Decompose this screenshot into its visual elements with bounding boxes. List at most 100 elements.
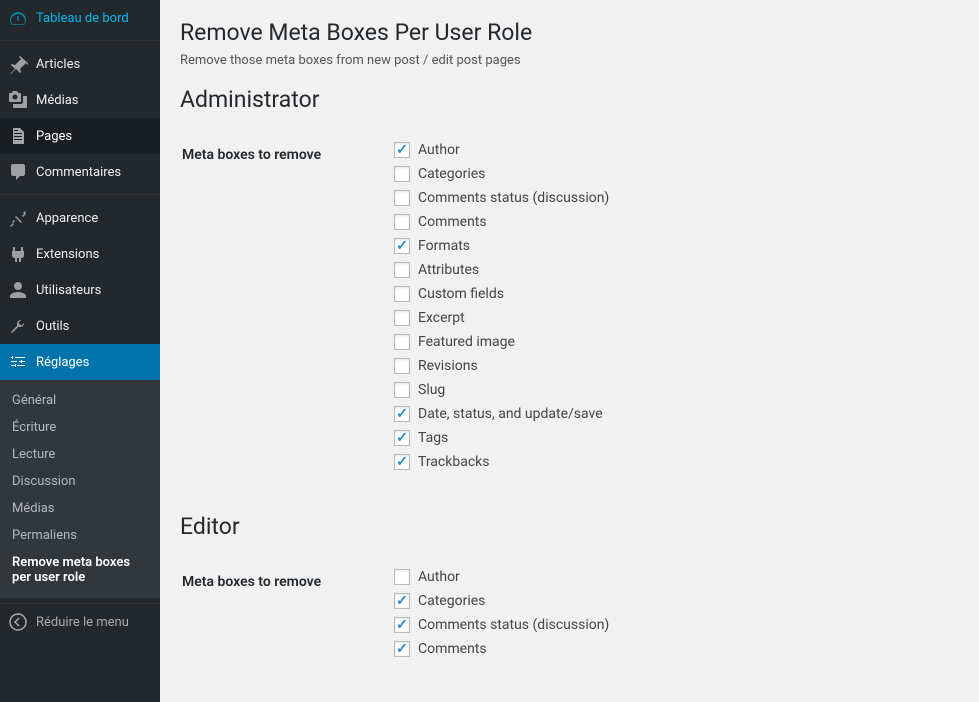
- checkbox-label[interactable]: Comments: [418, 214, 487, 230]
- checkbox-row: Trackbacks: [394, 454, 947, 470]
- checkbox[interactable]: [394, 593, 410, 609]
- page-description: Remove those meta boxes from new post / …: [180, 53, 959, 68]
- media-icon: [8, 90, 28, 110]
- sidebar-item-label: Articles: [36, 57, 80, 72]
- page-title: Remove Meta Boxes Per User Role: [180, 10, 959, 50]
- appearance-icon: [8, 208, 28, 228]
- checkbox-label[interactable]: Featured image: [418, 334, 515, 350]
- sidebar-item-label: Médias: [36, 93, 79, 108]
- checkbox[interactable]: [394, 238, 410, 254]
- sidebar-item-pages[interactable]: Pages: [0, 118, 160, 154]
- checkbox[interactable]: [394, 617, 410, 633]
- checkbox[interactable]: [394, 406, 410, 422]
- plugins-icon: [8, 244, 28, 264]
- sidebar-item-pin[interactable]: Articles: [0, 46, 160, 82]
- checkbox-row: Formats: [394, 238, 947, 254]
- collapse-menu[interactable]: Réduire le menu: [0, 603, 160, 640]
- checkbox[interactable]: [394, 142, 410, 158]
- checkbox-label[interactable]: Categories: [418, 166, 485, 182]
- checkbox-row: Tags: [394, 430, 947, 446]
- users-icon: [8, 280, 28, 300]
- collapse-icon: [8, 612, 28, 632]
- checkbox[interactable]: [394, 262, 410, 278]
- checkbox-label[interactable]: Author: [418, 142, 460, 158]
- dashboard-icon: [8, 8, 28, 28]
- tools-icon: [8, 316, 28, 336]
- checkbox-row: Date, status, and update/save: [394, 406, 947, 422]
- sidebar-item-appearance[interactable]: Apparence: [0, 200, 160, 236]
- sidebar-item-plugins[interactable]: Extensions: [0, 236, 160, 272]
- admin-sidebar: Tableau de bord Articles Médias Pages Commen…: [0, 0, 160, 702]
- submenu-item[interactable]: Médias: [0, 495, 160, 522]
- checkbox-row: Comments status (discussion): [394, 617, 947, 633]
- checkbox-label[interactable]: Author: [418, 569, 460, 585]
- checkbox-row: Comments status (discussion): [394, 190, 947, 206]
- checkbox[interactable]: [394, 358, 410, 374]
- checkbox[interactable]: [394, 382, 410, 398]
- checkbox[interactable]: [394, 166, 410, 182]
- sidebar-item-label: Tableau de bord: [36, 11, 129, 26]
- checkbox-row: Custom fields: [394, 286, 947, 302]
- comments-icon: [8, 162, 28, 182]
- checkbox-label[interactable]: Tags: [418, 430, 448, 446]
- sidebar-item-label: Apparence: [36, 211, 98, 226]
- checkbox-row: Author: [394, 142, 947, 158]
- checkbox-label[interactable]: Date, status, and update/save: [418, 406, 603, 422]
- collapse-label: Réduire le menu: [36, 615, 129, 630]
- checkbox-label[interactable]: Attributes: [418, 262, 479, 278]
- submenu-item[interactable]: Remove meta boxes per user role: [0, 549, 160, 591]
- main-content: Remove Meta Boxes Per User Role Remove t…: [160, 0, 979, 702]
- checkbox[interactable]: [394, 569, 410, 585]
- section-heading: Editor: [180, 513, 959, 540]
- checkbox-label[interactable]: Comments: [418, 641, 487, 657]
- checkbox-label[interactable]: Comments status (discussion): [418, 617, 609, 633]
- checkbox[interactable]: [394, 454, 410, 470]
- checkbox-row: Comments: [394, 214, 947, 230]
- sidebar-item-comments[interactable]: Commentaires: [0, 154, 160, 190]
- field-label: Meta boxes to remove: [182, 127, 382, 493]
- checkbox[interactable]: [394, 334, 410, 350]
- checkbox[interactable]: [394, 190, 410, 206]
- sidebar-item-label: Utilisateurs: [36, 283, 101, 298]
- sidebar-item-label: Extensions: [36, 247, 99, 262]
- sidebar-item-users[interactable]: Utilisateurs: [0, 272, 160, 308]
- checkbox-label[interactable]: Custom fields: [418, 286, 504, 302]
- checkbox-label[interactable]: Slug: [418, 382, 445, 398]
- submenu-item[interactable]: Lecture: [0, 441, 160, 468]
- checkbox-row: Excerpt: [394, 310, 947, 326]
- checkbox[interactable]: [394, 310, 410, 326]
- checkbox-row: Categories: [394, 166, 947, 182]
- submenu-item[interactable]: Général: [0, 387, 160, 414]
- submenu-item[interactable]: Écriture: [0, 414, 160, 441]
- sidebar-submenu: GénéralÉcritureLectureDiscussionMédiasPe…: [0, 380, 160, 598]
- checkbox-row: Categories: [394, 593, 947, 609]
- submenu-item[interactable]: Discussion: [0, 468, 160, 495]
- section-heading: Administrator: [180, 86, 959, 113]
- checkbox-label[interactable]: Comments status (discussion): [418, 190, 609, 206]
- sidebar-item-label: Réglages: [36, 355, 89, 370]
- sidebar-item-label: Pages: [36, 129, 72, 144]
- sidebar-item-label: Outils: [36, 319, 69, 334]
- checkbox-row: Slug: [394, 382, 947, 398]
- checkbox-row: Comments: [394, 641, 947, 657]
- sidebar-item-media[interactable]: Médias: [0, 82, 160, 118]
- checkbox-label[interactable]: Revisions: [418, 358, 478, 374]
- checkbox[interactable]: [394, 430, 410, 446]
- settings-icon: [8, 352, 28, 372]
- checkbox[interactable]: [394, 641, 410, 657]
- sidebar-item-settings[interactable]: Réglages: [0, 344, 160, 380]
- sidebar-item-dashboard[interactable]: Tableau de bord: [0, 0, 160, 36]
- checkbox-label[interactable]: Formats: [418, 238, 470, 254]
- menu-separator: [0, 36, 160, 41]
- submenu-item[interactable]: Permaliens: [0, 522, 160, 549]
- sidebar-item-tools[interactable]: Outils: [0, 308, 160, 344]
- checkbox-row: Featured image: [394, 334, 947, 350]
- checkbox[interactable]: [394, 286, 410, 302]
- checkbox-label[interactable]: Categories: [418, 593, 485, 609]
- checkbox-label[interactable]: Excerpt: [418, 310, 465, 326]
- menu-separator: [0, 190, 160, 195]
- checkbox[interactable]: [394, 214, 410, 230]
- checkbox-label[interactable]: Trackbacks: [418, 454, 489, 470]
- checkbox-row: Revisions: [394, 358, 947, 374]
- sidebar-item-label: Commentaires: [36, 165, 121, 180]
